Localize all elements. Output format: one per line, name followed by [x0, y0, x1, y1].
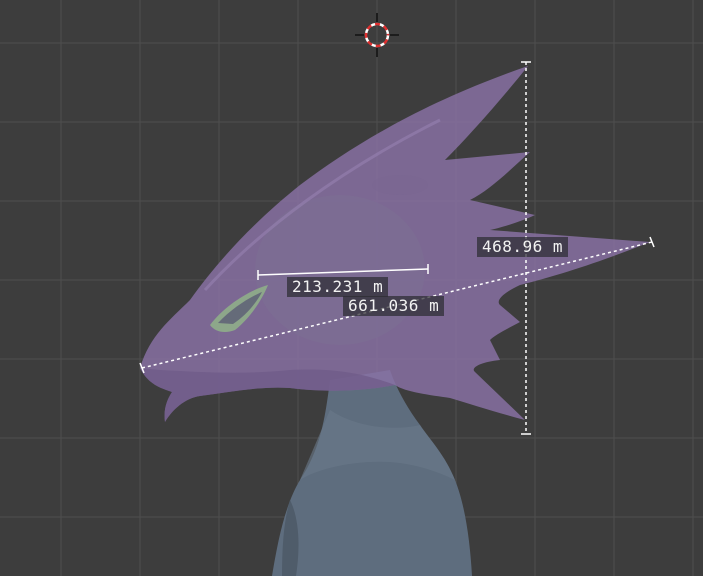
measurement-label-height: 468.96 m [477, 237, 569, 257]
measurement-label-skull-width: 213.231 m [287, 277, 389, 297]
head-mesh[interactable] [140, 66, 650, 422]
3d-viewport[interactable]: 468.96 m 213.231 m 661.036 m [0, 0, 703, 576]
measurement-label-head-length: 661.036 m [343, 296, 445, 316]
body-mesh[interactable] [272, 370, 472, 576]
